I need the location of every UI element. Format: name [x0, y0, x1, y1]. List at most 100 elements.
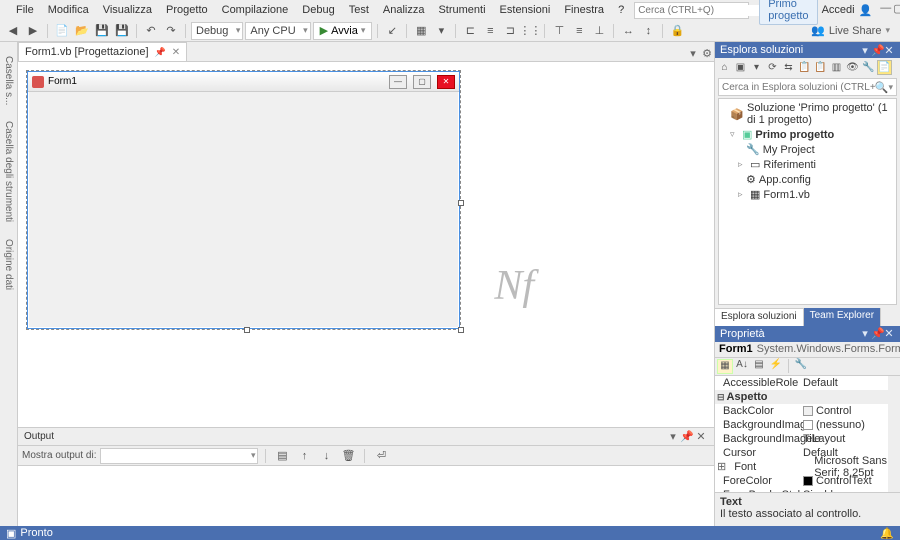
property-row[interactable]: ForeColorControlText	[715, 474, 900, 488]
open-icon[interactable]: 📂	[73, 22, 91, 40]
sol-btn-6[interactable]: 📋	[813, 60, 828, 75]
doc-tab-form1[interactable]: Form1.vb [Progettazione] 📌 ✕	[18, 42, 187, 61]
minimize-button[interactable]: —	[880, 2, 891, 18]
align-left-icon[interactable]: ⊏	[461, 22, 479, 40]
sol-properties-icon[interactable]: 🔧	[861, 60, 876, 75]
output-body[interactable]	[18, 466, 714, 526]
tab-toolbox[interactable]: Casella degli strumenti	[2, 117, 15, 226]
output-dropdown-icon[interactable]: ▾	[666, 430, 680, 443]
menu-file[interactable]: File	[10, 2, 40, 18]
output-clear-icon[interactable]: 🗑	[339, 447, 357, 465]
output-source-combo[interactable]	[100, 448, 258, 464]
tb-icon-3[interactable]: ▾	[432, 22, 450, 40]
output-prev-icon[interactable]: ↑	[295, 447, 313, 465]
tab-gear-icon[interactable]: ⚙	[700, 47, 714, 61]
form-window[interactable]: Form1 — ▢ ✕	[27, 71, 460, 329]
scrollbar[interactable]	[888, 376, 900, 493]
solution-dropdown-icon[interactable]: ▾	[859, 44, 871, 57]
tree-project[interactable]: ▿▣Primo progetto	[721, 127, 894, 142]
resize-handle-e[interactable]	[458, 200, 464, 206]
start-button[interactable]: ▶Avvia▾	[313, 22, 373, 40]
config-combo[interactable]: Debug	[191, 22, 243, 40]
props-props-icon[interactable]: ▤	[751, 359, 767, 374]
solution-close-icon[interactable]: ✕	[883, 44, 895, 57]
menu-project[interactable]: Progetto	[160, 2, 214, 18]
nav-fwd-icon[interactable]: ▶	[24, 22, 42, 40]
sol-home-icon[interactable]: ⌂	[717, 60, 732, 75]
save-icon[interactable]: 💾	[93, 22, 111, 40]
output-next-icon[interactable]: ↓	[317, 447, 335, 465]
tab-solution-explorer[interactable]: Esplora soluzioni	[715, 308, 804, 326]
close-tab-icon[interactable]: ✕	[172, 47, 180, 58]
output-wordwrap-icon[interactable]: ⏎	[372, 447, 390, 465]
undo-icon[interactable]: ↶	[142, 22, 160, 40]
spacing-v-icon[interactable]: ↕	[639, 22, 657, 40]
output-find-icon[interactable]: ▤	[273, 447, 291, 465]
props-alpha-icon[interactable]: A↓	[734, 359, 750, 374]
signin-button[interactable]: Accedi👤	[822, 4, 873, 17]
menu-view[interactable]: Visualizza	[97, 2, 158, 18]
menu-build[interactable]: Compilazione	[216, 2, 295, 18]
restore-button[interactable]: ▢	[893, 2, 900, 18]
property-row[interactable]: BackgroundImage(nessuno)	[715, 418, 900, 432]
sol-btn-1[interactable]: ▣	[733, 60, 748, 75]
notifications-icon[interactable]: 🔔	[880, 527, 894, 540]
redo-icon[interactable]: ↷	[162, 22, 180, 40]
tree-solution-root[interactable]: 📦Soluzione 'Primo progetto' (1 di 1 prog…	[721, 101, 894, 127]
menu-tools[interactable]: Strumenti	[432, 2, 491, 18]
tab-team-explorer[interactable]: Team Explorer	[804, 308, 881, 326]
solution-search-input[interactable]	[722, 82, 875, 93]
menu-debug[interactable]: Debug	[296, 2, 340, 18]
menu-window[interactable]: Finestra	[558, 2, 610, 18]
resize-handle-se[interactable]	[458, 327, 464, 333]
distribute-icon[interactable]: ⋮⋮	[521, 22, 539, 40]
solution-tree[interactable]: 📦Soluzione 'Primo progetto' (1 di 1 prog…	[718, 98, 897, 305]
sol-showall-icon[interactable]: 👁	[845, 60, 860, 75]
menu-extensions[interactable]: Estensioni	[494, 2, 557, 18]
properties-grid[interactable]: AccessibleRoleDefault⊟AspettoBackColorCo…	[715, 376, 900, 493]
quick-search-input[interactable]	[638, 5, 770, 16]
designer-surface[interactable]: Nf Form1 — ▢ ✕	[18, 62, 714, 427]
pin-icon[interactable]: 📌	[155, 47, 166, 58]
props-categorized-icon[interactable]: ▦	[717, 359, 733, 374]
tb-icon-2[interactable]: ▦	[412, 22, 430, 40]
tree-item[interactable]: ⚙App.config	[721, 172, 894, 187]
property-row[interactable]: ⊟Aspetto	[715, 390, 900, 404]
property-row[interactable]: BackColorControl	[715, 404, 900, 418]
tab-dropdown-icon[interactable]: ▾	[686, 47, 700, 61]
sol-btn-5[interactable]: 📋	[797, 60, 812, 75]
props-close-icon[interactable]: ✕	[883, 327, 895, 340]
tree-item[interactable]: ▹▦Form1.vb	[721, 187, 894, 202]
valign-top-icon[interactable]: ⊤	[550, 22, 568, 40]
project-chip[interactable]: Primo progetto	[759, 0, 817, 25]
menu-analyze[interactable]: Analizza	[377, 2, 431, 18]
quick-search[interactable]: 🔍	[634, 2, 749, 19]
form-selection[interactable]: Form1 — ▢ ✕	[26, 70, 461, 330]
props-object-combo[interactable]: Form1System.Windows.Forms.Form▾	[715, 342, 900, 358]
sol-refresh-icon[interactable]: ⟳	[765, 60, 780, 75]
property-row[interactable]: FormBorderStyleSizable	[715, 488, 900, 493]
menu-help[interactable]: ?	[612, 2, 630, 18]
sol-btn-7[interactable]: ▥	[829, 60, 844, 75]
property-row[interactable]: BackgroundImageLayoutTile	[715, 432, 900, 446]
valign-bot-icon[interactable]: ⊥	[590, 22, 608, 40]
output-pin-icon[interactable]: 📌	[680, 430, 694, 443]
align-right-icon[interactable]: ⊐	[501, 22, 519, 40]
new-icon[interactable]: 📄	[53, 22, 71, 40]
output-close-icon[interactable]: ✕	[694, 430, 708, 443]
props-dropdown-icon[interactable]: ▾	[859, 327, 871, 340]
menu-edit[interactable]: Modifica	[42, 2, 95, 18]
align-center-icon[interactable]: ≡	[481, 22, 499, 40]
tb-icon-lock[interactable]: 🔒	[668, 22, 686, 40]
resize-handle-s[interactable]	[244, 327, 250, 333]
tree-item[interactable]: 🔧My Project	[721, 142, 894, 157]
platform-combo[interactable]: Any CPU	[245, 22, 310, 40]
tree-item[interactable]: ▹▭Riferimenti	[721, 157, 894, 172]
tb-icon-1[interactable]: ↙	[383, 22, 401, 40]
tab-toolbox-server[interactable]: Casella s...	[2, 52, 15, 109]
liveshare-button[interactable]: 👥Live Share▾	[811, 24, 896, 37]
sol-btn-2[interactable]: ▾	[749, 60, 764, 75]
property-row[interactable]: ⊞FontMicrosoft Sans Serif; 8,25pt	[715, 460, 900, 474]
nav-back-icon[interactable]: ◀	[4, 22, 22, 40]
props-pages-icon[interactable]: 🔧	[793, 359, 809, 374]
